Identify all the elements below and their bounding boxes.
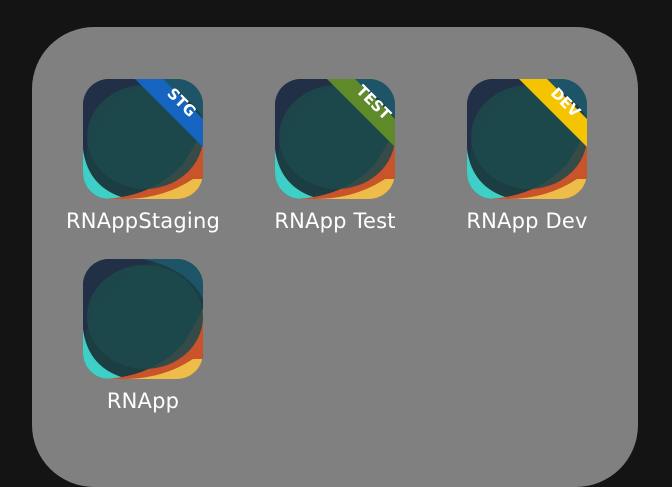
app-label: RNApp Dev xyxy=(466,209,588,233)
rnapp-icon[interactable]: STG xyxy=(83,79,203,199)
app-folder: STG RNAppStaging TEST RNApp Test DEV RNA… xyxy=(32,27,638,487)
app-rnapp-dev[interactable]: DEV RNApp Dev xyxy=(442,79,612,249)
rnapp-icon[interactable]: DEV xyxy=(467,79,587,199)
rnapp-icon[interactable]: TEST xyxy=(275,79,395,199)
app-label: RNApp xyxy=(106,389,180,413)
app-label: RNAppStaging xyxy=(66,209,220,233)
app-rnappstaging[interactable]: STG RNAppStaging xyxy=(58,79,228,249)
app-rnapp[interactable]: RNApp xyxy=(58,259,228,429)
app-rnapp-test[interactable]: TEST RNApp Test xyxy=(250,79,420,249)
app-label: RNApp Test xyxy=(274,209,396,233)
rnapp-icon[interactable] xyxy=(83,259,203,379)
